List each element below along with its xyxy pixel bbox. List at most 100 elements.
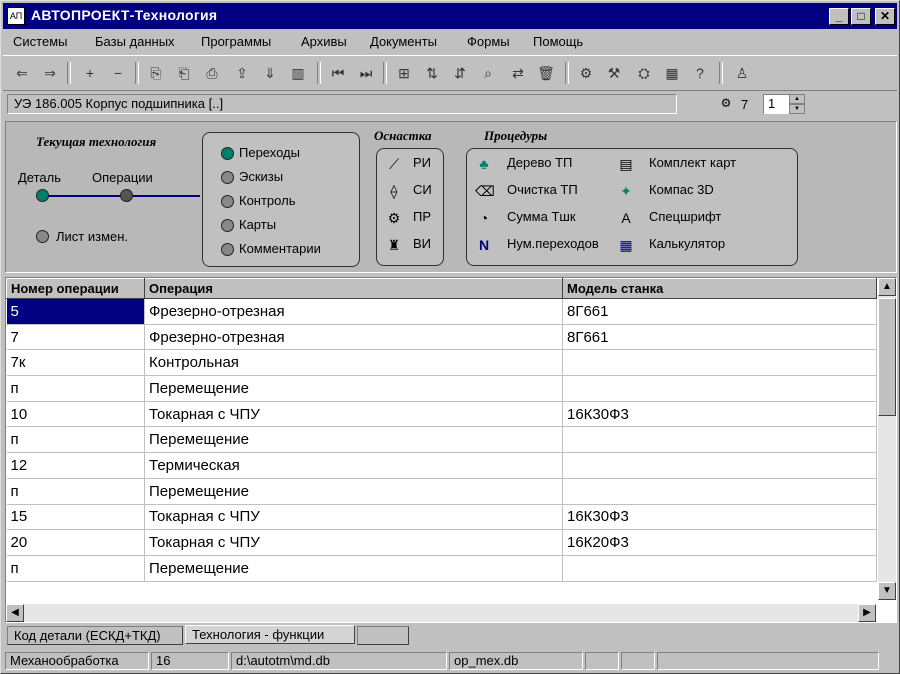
control-node[interactable]: [221, 195, 234, 208]
find-icon[interactable]: ⌕: [477, 62, 499, 84]
scroll-up-button[interactable]: ▲: [878, 278, 896, 296]
comments-node[interactable]: [221, 243, 234, 256]
font-icon[interactable]: A: [617, 209, 635, 227]
cell-machine-model[interactable]: [562, 349, 877, 377]
table-row[interactable]: п Перемещение: [6, 555, 877, 582]
column-operation-number[interactable]: Номер операции: [6, 278, 145, 299]
tab-detail-code[interactable]: Код детали (ЕСКД+ТКД): [7, 626, 183, 645]
cell-operation-number[interactable]: 5: [6, 298, 145, 325]
horizontal-scrollbar[interactable]: ◀ ▶: [6, 604, 876, 622]
operations-node[interactable]: [120, 189, 133, 202]
proc-tree[interactable]: Дерево ТП: [507, 155, 572, 170]
first-record-icon[interactable]: ⏮: [327, 62, 349, 84]
change-sheet-label[interactable]: Лист измен.: [56, 229, 128, 244]
spinner-down-button[interactable]: ▼: [789, 104, 805, 114]
comments-label[interactable]: Комментарии: [239, 241, 321, 256]
archive-up-icon[interactable]: ⇪: [231, 62, 253, 84]
proc-clear[interactable]: Очистка ТП: [507, 182, 578, 197]
broom-icon[interactable]: ⌫: [475, 182, 495, 200]
table-row[interactable]: 15 Токарная с ЧПУ 16К30Ф3: [6, 504, 877, 531]
cell-machine-model[interactable]: 8Г661: [562, 298, 877, 325]
cell-operation[interactable]: Токарная с ЧПУ: [144, 401, 563, 428]
menu-systems[interactable]: Системы: [13, 34, 67, 49]
close-button[interactable]: ✕: [875, 8, 895, 25]
proc-card-set[interactable]: Комплект карт: [649, 155, 736, 170]
cell-machine-model[interactable]: 16К30Ф3: [562, 401, 877, 428]
cell-machine-model[interactable]: [562, 452, 877, 479]
column-machine-model[interactable]: Модель станка: [562, 278, 877, 299]
calculator-icon[interactable]: ▦: [661, 62, 683, 84]
cell-operation-number[interactable]: 15: [6, 504, 145, 531]
cell-operation-number[interactable]: 7к: [6, 349, 145, 377]
cell-operation[interactable]: Фрезерно-отрезная: [144, 324, 563, 351]
table-row[interactable]: п Перемещение: [6, 375, 877, 402]
replace-icon[interactable]: ⇄: [507, 62, 529, 84]
cell-machine-model[interactable]: 16К20Ф3: [562, 529, 877, 556]
cell-operation[interactable]: Контрольная: [144, 349, 563, 377]
paste-doc-icon[interactable]: ⎗: [173, 62, 195, 84]
cards-label[interactable]: Карты: [239, 217, 276, 232]
app-icon[interactable]: АП: [7, 7, 25, 25]
cell-machine-model[interactable]: [562, 426, 877, 454]
cell-operation[interactable]: Перемещение: [144, 478, 563, 505]
detail-node[interactable]: [36, 189, 49, 202]
delete-row-icon[interactable]: −: [107, 62, 129, 84]
minimize-button[interactable]: _: [829, 8, 849, 25]
forward-arrow-icon[interactable]: ⇒: [39, 62, 61, 84]
trash-icon[interactable]: 🗑: [535, 62, 557, 84]
control-label[interactable]: Контроль: [239, 193, 295, 208]
aux-tool-icon[interactable]: ♜: [385, 236, 403, 254]
cards-node[interactable]: [221, 219, 234, 232]
card-set-icon[interactable]: ▤: [617, 155, 635, 173]
table-row[interactable]: 7 Фрезерно-отрезная 8Г661: [6, 324, 877, 351]
cell-operation-number[interactable]: п: [6, 375, 145, 402]
cell-operation[interactable]: Токарная с ЧПУ: [144, 504, 563, 531]
scroll-left-button[interactable]: ◀: [6, 604, 24, 622]
compass-icon[interactable]: ✦: [617, 182, 635, 200]
title-bar[interactable]: АП АВТОПРОЕКТ-Технология _ □ ✕: [3, 3, 897, 29]
cell-operation-number[interactable]: 7: [6, 324, 145, 351]
table-row[interactable]: 7к Контрольная: [6, 349, 877, 377]
calculator-icon[interactable]: ▦: [617, 236, 635, 254]
cell-operation-number[interactable]: 12: [6, 452, 145, 479]
proc-compass[interactable]: Компас 3D: [649, 182, 714, 197]
archive-down-icon[interactable]: ⇓: [259, 62, 281, 84]
equipment-pr[interactable]: ПР: [413, 209, 431, 224]
insert-row-icon[interactable]: +: [79, 62, 101, 84]
table-row[interactable]: п Перемещение: [6, 426, 877, 454]
last-record-icon[interactable]: ⏭: [355, 62, 377, 84]
transitions-label[interactable]: Переходы: [239, 145, 300, 160]
cell-operation-number[interactable]: 10: [6, 401, 145, 428]
cell-operation[interactable]: Перемещение: [144, 426, 563, 454]
cell-operation-number[interactable]: п: [6, 555, 145, 582]
vertical-scroll-thumb[interactable]: [878, 298, 896, 416]
equipment-si[interactable]: СИ: [413, 182, 432, 197]
sketches-node[interactable]: [221, 171, 234, 184]
tab-technology-functions[interactable]: Технология - функции: [185, 625, 355, 644]
user-icon[interactable]: ♙: [731, 62, 753, 84]
maximize-button[interactable]: □: [851, 8, 871, 25]
menu-help[interactable]: Помощь: [533, 34, 583, 49]
cell-machine-model[interactable]: 16К30Ф3: [562, 504, 877, 531]
cell-operation-number[interactable]: п: [6, 426, 145, 454]
transitions-node[interactable]: [221, 147, 234, 160]
proc-numbering[interactable]: Нум.переходов: [507, 236, 599, 251]
tool-a-icon[interactable]: ⚙: [575, 62, 597, 84]
proc-sum[interactable]: Сумма Тшк: [507, 209, 576, 224]
swap-icon[interactable]: ⇵: [449, 62, 471, 84]
sketches-label[interactable]: Эскизы: [239, 169, 283, 184]
cell-operation[interactable]: Фрезерно-отрезная: [144, 298, 563, 325]
cell-operation[interactable]: Перемещение: [144, 375, 563, 402]
spinner-up-button[interactable]: ▲: [789, 94, 805, 104]
proc-font[interactable]: Спецшрифт: [649, 209, 721, 224]
table-row[interactable]: 12 Термическая: [6, 452, 877, 479]
tool-b-icon[interactable]: ⚒: [603, 62, 625, 84]
cell-operation-number[interactable]: 20: [6, 529, 145, 556]
stopwatch-icon[interactable]: ◔: [475, 209, 493, 227]
measuring-tool-icon[interactable]: ⟠: [385, 182, 403, 200]
cell-operation-number[interactable]: п: [6, 478, 145, 505]
tool-c-icon[interactable]: ⛭: [633, 62, 655, 84]
current-detail-field[interactable]: УЭ 186.005 Корпус подшипника [..]: [7, 94, 677, 114]
cell-machine-model[interactable]: [562, 478, 877, 505]
cell-operation[interactable]: Токарная с ЧПУ: [144, 529, 563, 556]
